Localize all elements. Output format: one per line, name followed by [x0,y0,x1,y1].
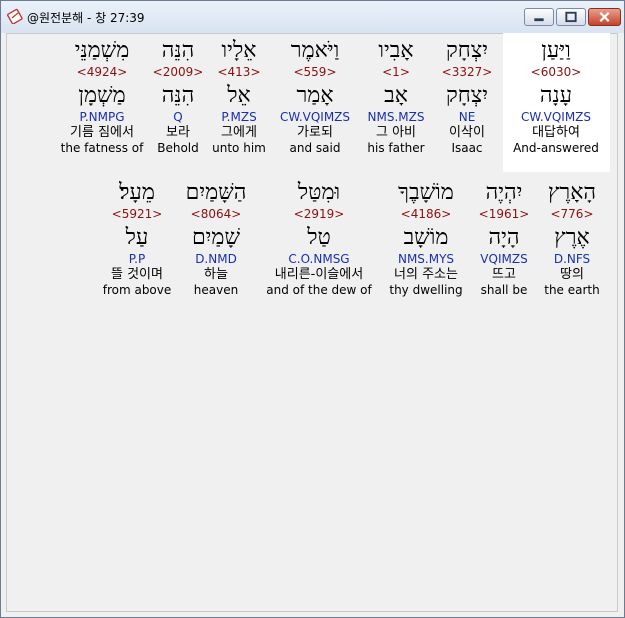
strong-number[interactable]: <5921> [87,207,187,221]
parsing-code: P.P [128,252,146,266]
minimize-icon [534,18,544,22]
title-bar[interactable]: @원전분해 - 창 27:39 [1,1,624,33]
parsing-code: NMS.MYS [397,252,455,266]
strong-number[interactable]: <6030> [506,65,606,79]
english-gloss: and of the dew of [266,283,372,297]
english-gloss: from above [102,283,172,297]
parsing-code: CW.VQIMZS [520,110,592,124]
korean-gloss: 너의 주소는 [394,267,458,282]
korean-gloss: 대답하여 [532,125,580,140]
close-button[interactable] [588,8,621,26]
window-title: @원전분해 - 창 27:39 [27,11,145,25]
word-cell[interactable]: וַיַּעַן <6030> עָנָה CW.VQIMZS 대답하여 And… [506,37,606,156]
minimize-button[interactable] [524,8,554,26]
strong-number[interactable]: <4924> [52,65,152,79]
lemma: מוֹשָׁב [403,225,449,250]
english-gloss: thy dwelling [389,283,463,297]
korean-gloss: 내리른-이슬에서 [274,267,364,282]
korean-gloss: 기름 짐에서 [70,125,134,140]
word-cell[interactable]: מִשְׁמַנֵּי <4924> מַשְׁמָן P.NMPG 기름 짐에… [52,37,152,156]
korean-gloss: 뜰 것이며 [111,267,163,282]
word-cell[interactable]: מוֹשָׁבֶךָ <4186> מוֹשָׁב NMS.MYS 너의 주소는… [376,179,476,298]
lemma: עָנָה [539,83,573,108]
hebrew-word: וּמִטַּל [297,180,341,205]
maximize-icon [565,11,577,23]
lemma: מַשְׁמָן [78,83,126,108]
word-cell[interactable]: וּמִטַּל <2919> טַל C.O.NMSG 내리른-이슬에서 an… [259,179,379,298]
hebrew-word: מֵעָל׃ [119,180,155,205]
bible-app-icon [7,8,23,24]
hebrew-word: מוֹשָׁבֶךָ [398,180,454,205]
close-icon [599,11,610,23]
strong-number[interactable]: <4186> [376,207,476,221]
parsing-code: C.O.NMSG [288,252,350,266]
maximize-button[interactable] [556,8,586,26]
lemma: טַל [307,225,331,250]
app-window: @원전분해 - 창 27:39 וַיַּעַן <6030> עָנָה CW… [0,0,625,618]
lemma: עַל [125,225,149,250]
hebrew-word: מִשְׁמַנֵּי [74,38,130,63]
english-gloss: the fatness of [60,141,144,155]
strong-number[interactable]: <2919> [259,207,379,221]
word-cell[interactable]: מֵעָל׃ <5921> עַל P.P 뜰 것이며 from above [87,179,187,298]
english-gloss: And-answered [513,141,599,155]
hebrew-word: וַיַּעַן [541,38,571,63]
parsing-code: P.NMPG [79,110,125,124]
